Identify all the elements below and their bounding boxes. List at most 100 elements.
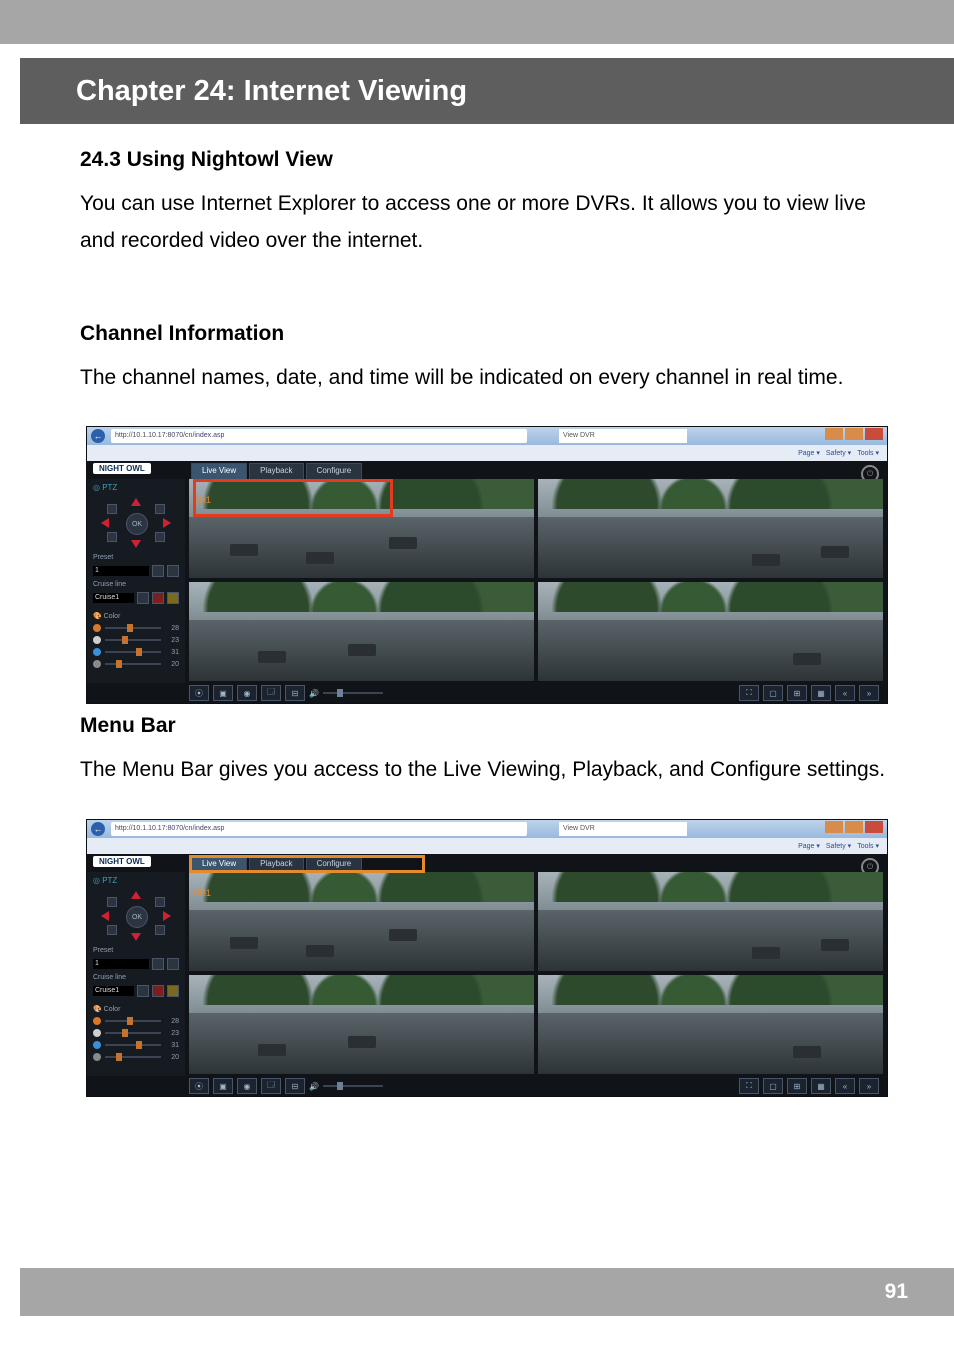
cruise-play-button[interactable]: [137, 985, 149, 997]
preset-go-button[interactable]: [152, 958, 164, 970]
brand-logo: NIGHT OWL: [93, 856, 151, 867]
fullscreen-button[interactable]: ⛶: [739, 685, 759, 701]
record-all-button[interactable]: ⦿: [189, 685, 209, 701]
ptz-ok-button[interactable]: OK: [126, 906, 148, 928]
ie-menu-page[interactable]: Page ▾: [798, 449, 820, 457]
volume-control[interactable]: 🔊: [309, 689, 383, 698]
layout-1-button[interactable]: ▢: [763, 1078, 783, 1094]
camera-ch3[interactable]: [189, 975, 534, 1074]
main-view: Live View Playback Configure CH1: [185, 461, 887, 683]
camera-ch1[interactable]: CH1: [189, 479, 534, 578]
address-bar[interactable]: http://10.1.10.17:8070/cn/index.asp: [111, 822, 527, 836]
ptz-up-icon[interactable]: [131, 498, 141, 506]
record-button[interactable]: ◉: [237, 1078, 257, 1094]
ie-menu-tools[interactable]: Tools ▾: [857, 842, 879, 850]
ptz-upleft-icon[interactable]: [107, 504, 117, 514]
chapter-header-bar: Chapter 24: Internet Viewing: [20, 58, 954, 124]
layout-9-button[interactable]: ▦: [811, 1078, 831, 1094]
close-button[interactable]: [865, 428, 883, 440]
min-button[interactable]: [825, 821, 843, 833]
cruise-input[interactable]: Cruise1: [93, 593, 134, 603]
ptz-upright-icon[interactable]: [155, 897, 165, 907]
camera-ch2[interactable]: [538, 872, 883, 971]
camera-ch3[interactable]: [189, 582, 534, 681]
close-view-button[interactable]: ⊟: [285, 1078, 305, 1094]
max-button[interactable]: [845, 428, 863, 440]
cruise-play-button[interactable]: [137, 592, 149, 604]
ptz-down-icon[interactable]: [131, 933, 141, 941]
camera-ch4[interactable]: [538, 975, 883, 1074]
preset-go-button[interactable]: [152, 565, 164, 577]
ptz-left-icon[interactable]: [101, 518, 109, 528]
prev-page-button[interactable]: «: [835, 1078, 855, 1094]
snapshot-button[interactable]: ▣: [213, 1078, 233, 1094]
talk-button[interactable]: 🗔: [261, 685, 281, 701]
ptz-upright-icon[interactable]: [155, 504, 165, 514]
cruise-rec-button[interactable]: [152, 985, 164, 997]
back-icon[interactable]: ←: [91, 822, 105, 836]
ptz-downleft-icon[interactable]: [107, 532, 117, 542]
saturation-value: 20: [165, 1054, 179, 1061]
next-page-button[interactable]: »: [859, 1078, 879, 1094]
brightness-slider[interactable]: 28: [87, 622, 185, 634]
next-page-button[interactable]: »: [859, 685, 879, 701]
close-button[interactable]: [865, 821, 883, 833]
ptz-ok-button[interactable]: OK: [126, 513, 148, 535]
layout-1-button[interactable]: ▢: [763, 685, 783, 701]
min-button[interactable]: [825, 428, 843, 440]
cruise-row: Cruise line: [87, 972, 185, 983]
layout-9-button[interactable]: ▦: [811, 685, 831, 701]
ie-menu-tools[interactable]: Tools ▾: [857, 449, 879, 457]
preset-input[interactable]: 1: [93, 566, 149, 576]
camera-ch2[interactable]: [538, 479, 883, 578]
cruise-edit-button[interactable]: [167, 592, 179, 604]
prev-page-button[interactable]: «: [835, 685, 855, 701]
saturation-slider[interactable]: 20: [87, 658, 185, 670]
cruise-edit-button[interactable]: [167, 985, 179, 997]
snapshot-button[interactable]: ▣: [213, 685, 233, 701]
record-button[interactable]: ◉: [237, 685, 257, 701]
fullscreen-button[interactable]: ⛶: [739, 1078, 759, 1094]
record-all-button[interactable]: ⦿: [189, 1078, 209, 1094]
ptz-upleft-icon[interactable]: [107, 897, 117, 907]
ptz-left-icon[interactable]: [101, 911, 109, 921]
preset-stop-button[interactable]: [167, 565, 179, 577]
preset-stop-button[interactable]: [167, 958, 179, 970]
ptz-up-icon[interactable]: [131, 891, 141, 899]
hue-slider[interactable]: 31: [87, 646, 185, 658]
cruise-input[interactable]: Cruise1: [93, 986, 134, 996]
camera-ch4[interactable]: [538, 582, 883, 681]
preset-input[interactable]: 1: [93, 959, 149, 969]
saturation-icon: [93, 1053, 101, 1061]
ptz-right-icon[interactable]: [163, 518, 171, 528]
layout-4-button[interactable]: ⊞: [787, 685, 807, 701]
preset-label: Preset: [93, 947, 113, 954]
window-buttons: [825, 821, 883, 833]
max-button[interactable]: [845, 821, 863, 833]
layout-4-button[interactable]: ⊞: [787, 1078, 807, 1094]
ptz-right-icon[interactable]: [163, 911, 171, 921]
cruise-rec-button[interactable]: [152, 592, 164, 604]
address-bar[interactable]: http://10.1.10.17:8070/cn/index.asp: [111, 429, 527, 443]
ie-menu-safety[interactable]: Safety ▾: [826, 449, 851, 457]
camera-ch1[interactable]: CH1: [189, 872, 534, 971]
brightness-slider[interactable]: 28: [87, 1015, 185, 1027]
search-box[interactable]: View DVR: [559, 429, 687, 443]
contrast-slider[interactable]: 23: [87, 1027, 185, 1039]
talk-button[interactable]: 🗔: [261, 1078, 281, 1094]
saturation-slider[interactable]: 20: [87, 1051, 185, 1063]
close-view-button[interactable]: ⊟: [285, 685, 305, 701]
ptz-down-icon[interactable]: [131, 540, 141, 548]
search-box[interactable]: View DVR: [559, 822, 687, 836]
color-label: 🎨 Color: [87, 606, 185, 622]
ie-menu-page[interactable]: Page ▾: [798, 842, 820, 850]
contrast-slider[interactable]: 23: [87, 634, 185, 646]
hue-slider[interactable]: 31: [87, 1039, 185, 1051]
ptz-downleft-icon[interactable]: [107, 925, 117, 935]
ptz-downright-icon[interactable]: [155, 532, 165, 542]
brightness-icon: [93, 624, 101, 632]
volume-control[interactable]: 🔊: [309, 1082, 383, 1091]
ptz-downright-icon[interactable]: [155, 925, 165, 935]
back-icon[interactable]: ←: [91, 429, 105, 443]
ie-menu-safety[interactable]: Safety ▾: [826, 842, 851, 850]
